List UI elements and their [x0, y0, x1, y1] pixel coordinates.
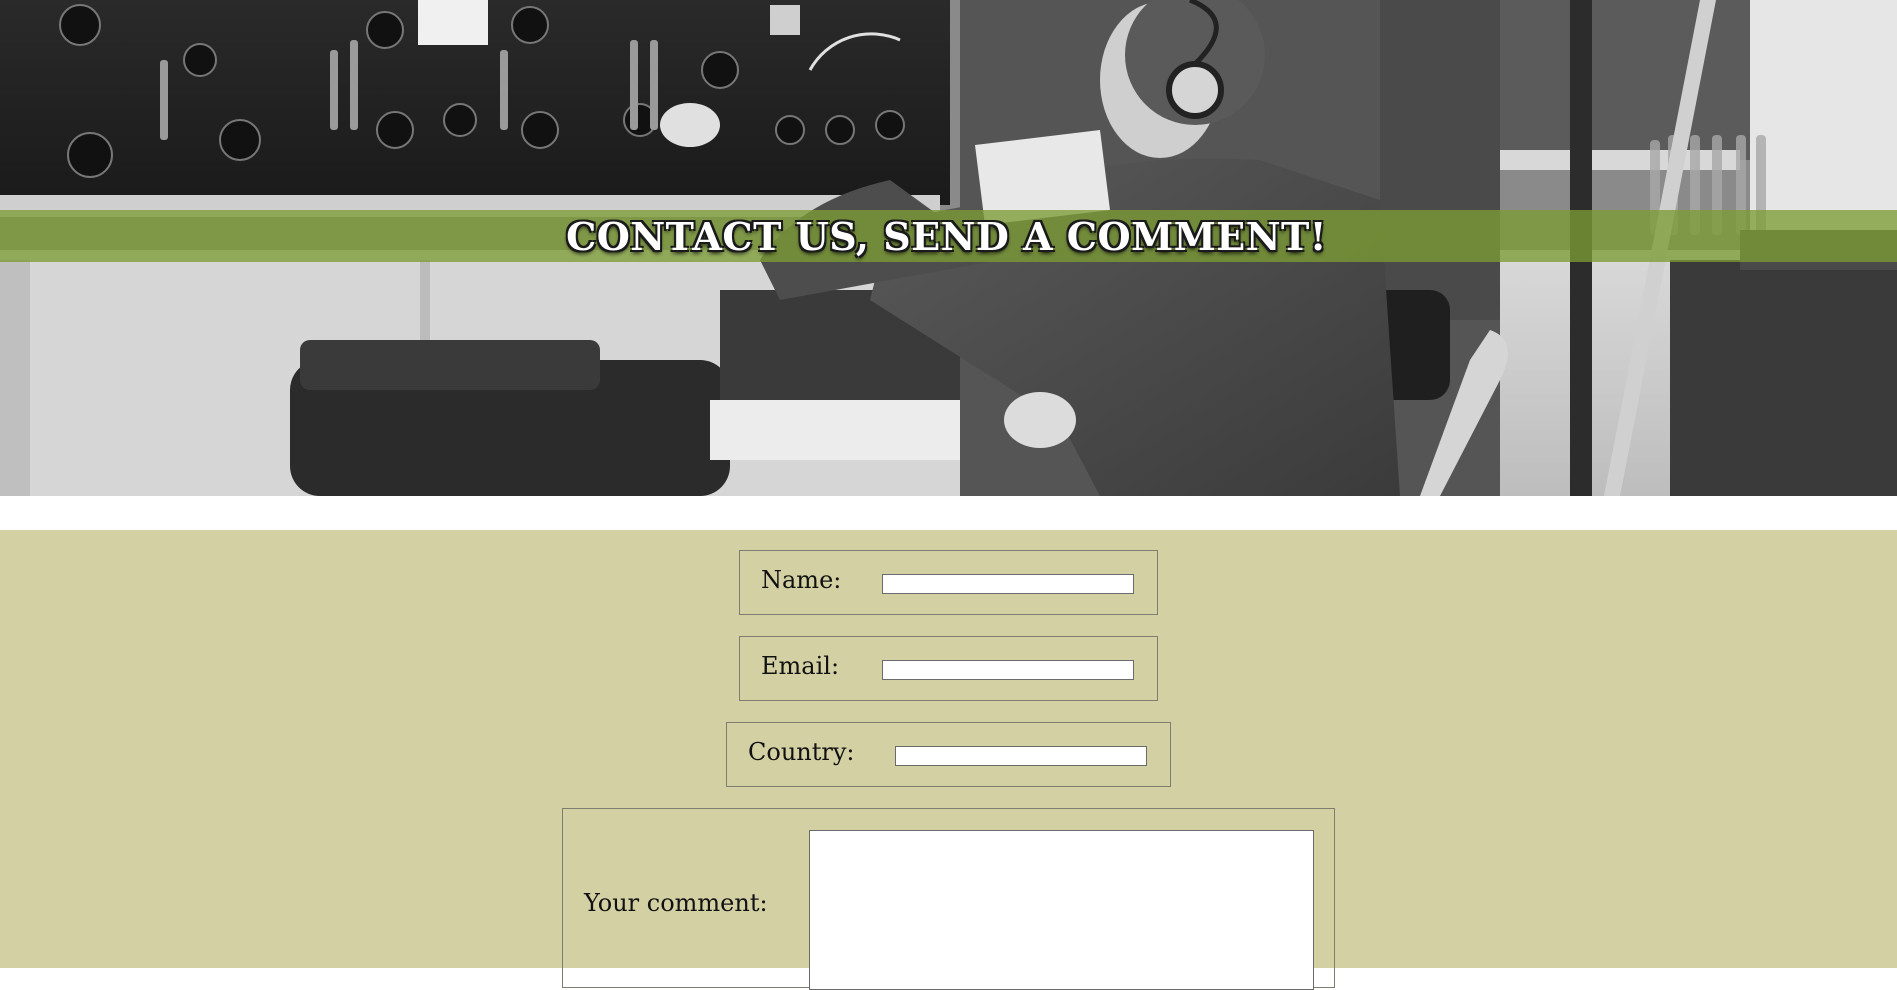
- name-field-group: Name:: [739, 550, 1158, 615]
- country-input[interactable]: [895, 746, 1147, 766]
- comment-field-group: Your comment:: [562, 808, 1335, 990]
- name-input[interactable]: [882, 574, 1134, 594]
- email-field-group: Email:: [739, 636, 1158, 701]
- name-label: Name:: [761, 566, 842, 594]
- comment-textarea[interactable]: [809, 830, 1314, 990]
- hero-banner: CONTACT US, SEND A COMMENT!: [0, 0, 1897, 496]
- section-divider: [0, 496, 1897, 530]
- contact-form: Name: Email: Country: Your comment:: [0, 530, 1897, 990]
- email-label: Email:: [761, 652, 840, 680]
- country-label: Country:: [748, 738, 855, 766]
- email-input[interactable]: [882, 660, 1134, 680]
- country-field-group: Country:: [726, 722, 1171, 787]
- page-title: CONTACT US, SEND A COMMENT!: [566, 213, 1327, 259]
- comment-label: Your comment:: [584, 889, 768, 917]
- title-banner: CONTACT US, SEND A COMMENT!: [0, 210, 1897, 262]
